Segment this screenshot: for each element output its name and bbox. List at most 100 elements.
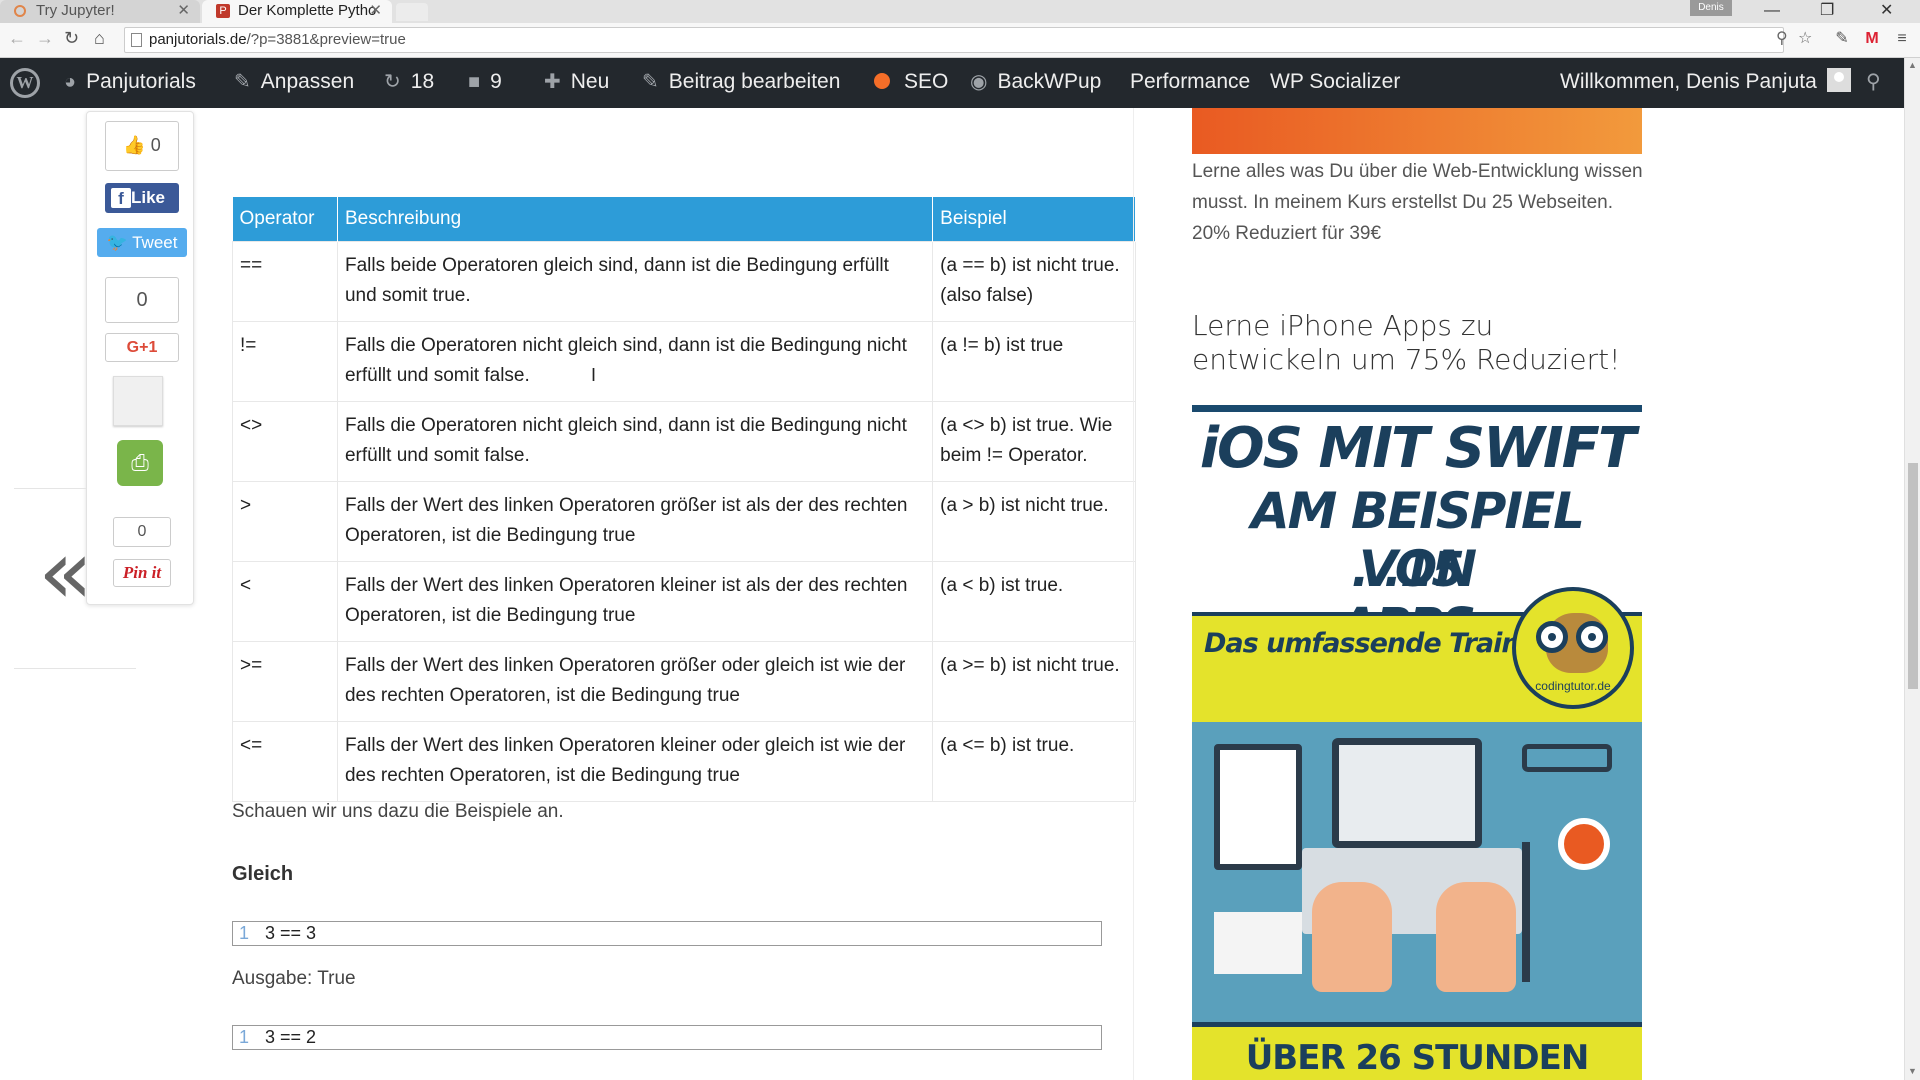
- ios-swift-course-banner[interactable]: iOS MIT SWIFT AM BEISPIEL VON ...15 APPS…: [1192, 405, 1642, 1080]
- adminbar-backwpup[interactable]: ◉ BackWPup: [970, 58, 1101, 108]
- gplus-counter: 0: [105, 277, 179, 323]
- adminbar-my-account[interactable]: Willkommen, Denis Panjuta: [1560, 58, 1851, 108]
- output-paragraph: Ausgabe: True: [232, 968, 356, 989]
- panjutorials-icon: P: [216, 4, 230, 18]
- code-block[interactable]: 1 3 == 3: [232, 921, 1102, 946]
- adminbar-new[interactable]: ✚ Neu: [544, 58, 609, 108]
- adminbar-performance[interactable]: Performance: [1130, 58, 1250, 108]
- column-header: Operator: [232, 197, 338, 241]
- profile-badge[interactable]: Denis: [1690, 0, 1732, 16]
- example-cell: (a != b) ist true: [932, 320, 1136, 402]
- search-icon: ⚲: [1866, 71, 1881, 93]
- operator-cell: <=: [232, 720, 338, 802]
- operator-cell: <>: [232, 400, 338, 482]
- seo-status-icon: [874, 73, 890, 89]
- adminbar-edit-post[interactable]: ✎ Beitrag bearbeiten: [642, 58, 840, 108]
- scroll-up-arrow-icon[interactable]: ▲: [1908, 60, 1917, 70]
- updates-icon: ↻: [384, 71, 401, 93]
- page-icon: [131, 33, 142, 47]
- owl-eye: [1576, 621, 1608, 653]
- facebook-label: Like: [131, 188, 166, 207]
- table-row: != Falls die Operatoren nicht gleich sin…: [232, 320, 1136, 402]
- new-label: Neu: [570, 70, 610, 93]
- table-row: <> Falls die Operatoren nicht gleich sin…: [232, 400, 1136, 482]
- adminbar-customize[interactable]: ✎ Anpassen: [234, 58, 354, 108]
- facebook-like-button[interactable]: f Like: [105, 183, 179, 213]
- description-cell: Falls die Operatoren nicht gleich sind, …: [336, 400, 934, 482]
- description-cell: Falls der Wert des linken Operatoren grö…: [336, 640, 934, 722]
- example-cell: (a < b) ist true.: [932, 560, 1136, 642]
- envelope-icon: [1214, 912, 1302, 974]
- zoom-icon[interactable]: ⚲: [1776, 28, 1788, 48]
- table-row: >= Falls der Wert des linken Operatoren …: [232, 640, 1136, 722]
- adminbar-comments[interactable]: ■ 9: [468, 58, 502, 108]
- plus-icon: ✚: [544, 71, 561, 93]
- divider: [14, 488, 86, 489]
- print-icon[interactable]: ⎙: [117, 440, 163, 486]
- close-tab-icon[interactable]: ✕: [369, 0, 382, 22]
- code-block[interactable]: 1 3 == 2: [232, 1025, 1102, 1050]
- adminbar-seo[interactable]: SEO: [874, 58, 948, 108]
- menu-icon[interactable]: ≡: [1892, 29, 1912, 49]
- jupyter-icon: [14, 5, 26, 17]
- extension-pen-icon[interactable]: ✎: [1832, 29, 1852, 49]
- hand-icon: [1436, 882, 1516, 992]
- google-plus-button[interactable]: G+1: [105, 333, 179, 362]
- previous-post-arrow-icon[interactable]: «: [38, 528, 93, 618]
- intro-paragraph: Schauen wir uns dazu die Beispiele an.: [232, 801, 564, 822]
- divider: [14, 668, 136, 669]
- page-scrollbar[interactable]: ▲ ▼: [1904, 58, 1920, 1080]
- section-heading-gleich: Gleich: [232, 863, 294, 885]
- operator-cell: !=: [232, 320, 338, 402]
- tab-try-jupyter[interactable]: Try Jupyter! ✕: [0, 0, 200, 23]
- pin-counter: 0: [113, 517, 171, 547]
- close-window-icon[interactable]: ✕: [1880, 0, 1893, 22]
- new-tab-button[interactable]: [396, 3, 428, 21]
- tab-title: Try Jupyter!: [36, 2, 115, 19]
- book-title-line1: iOS MIT SWIFT: [1199, 416, 1636, 481]
- forward-icon[interactable]: →: [36, 28, 54, 49]
- comment-icon: ■: [468, 71, 481, 93]
- address-bar[interactable]: panjutorials.de/?p=3881&preview=true: [124, 27, 1784, 53]
- bookmark-star-icon[interactable]: ☆: [1798, 28, 1812, 48]
- table-row: < Falls der Wert des linken Operatoren k…: [232, 560, 1136, 642]
- wordpress-logo-icon[interactable]: W: [10, 68, 40, 98]
- backwpup-label: BackWPup: [997, 70, 1102, 93]
- tweet-label: Tweet: [132, 233, 178, 252]
- tab-der-komplette-python[interactable]: P Der Komplette Pytho ✕: [202, 0, 392, 23]
- scrollbar-thumb[interactable]: [1908, 463, 1918, 689]
- hand-icon: [1312, 882, 1392, 992]
- reload-icon[interactable]: ↻: [64, 28, 79, 49]
- adminbar-site-name[interactable]: ◕ Panjutorials: [64, 58, 196, 108]
- adminbar-search[interactable]: ⚲: [1866, 58, 1891, 108]
- scroll-down-arrow-icon[interactable]: ▼: [1908, 1066, 1917, 1076]
- pen-icon: [1522, 842, 1530, 982]
- dashboard-icon: ◕: [64, 71, 77, 93]
- magnifier-icon: [1558, 818, 1610, 870]
- laptop-icon: [1332, 738, 1482, 848]
- pinterest-button[interactable]: Pin it: [113, 559, 171, 587]
- close-tab-icon[interactable]: ✕: [177, 0, 190, 22]
- adminbar-updates[interactable]: ↻ 18: [384, 58, 434, 108]
- table-row: > Falls der Wert des linken Operatoren g…: [232, 480, 1136, 562]
- facebook-icon: f: [111, 188, 131, 208]
- back-icon[interactable]: ←: [8, 28, 26, 49]
- edit-post-label: Beitrag bearbeiten: [668, 70, 841, 93]
- url-host: panjutorials.de: [149, 31, 247, 48]
- web-dev-ad-banner[interactable]: [1192, 108, 1642, 154]
- twitter-bird-icon: 🐦: [106, 233, 128, 252]
- restore-icon[interactable]: ❐: [1820, 0, 1834, 22]
- email-share-icon[interactable]: [113, 376, 163, 426]
- home-icon[interactable]: ⌂: [94, 28, 105, 49]
- tweet-button[interactable]: 🐦 Tweet: [97, 228, 187, 257]
- glasses-icon: [1522, 744, 1612, 772]
- column-header: Beispiel: [932, 197, 1136, 241]
- adminbar-wp-socializer[interactable]: WP Socializer: [1270, 58, 1400, 108]
- gmail-extension-icon[interactable]: M: [1862, 29, 1882, 49]
- clipboard-icon: [1214, 744, 1302, 870]
- web-dev-ad-text: Lerne alles was Du über die Web-Entwickl…: [1192, 161, 1643, 244]
- operator-cell: >=: [232, 640, 338, 722]
- example-cell: (a >= b) ist nicht true.: [932, 640, 1136, 722]
- pencil-icon: ✎: [642, 71, 659, 93]
- minimize-icon[interactable]: —: [1764, 0, 1780, 22]
